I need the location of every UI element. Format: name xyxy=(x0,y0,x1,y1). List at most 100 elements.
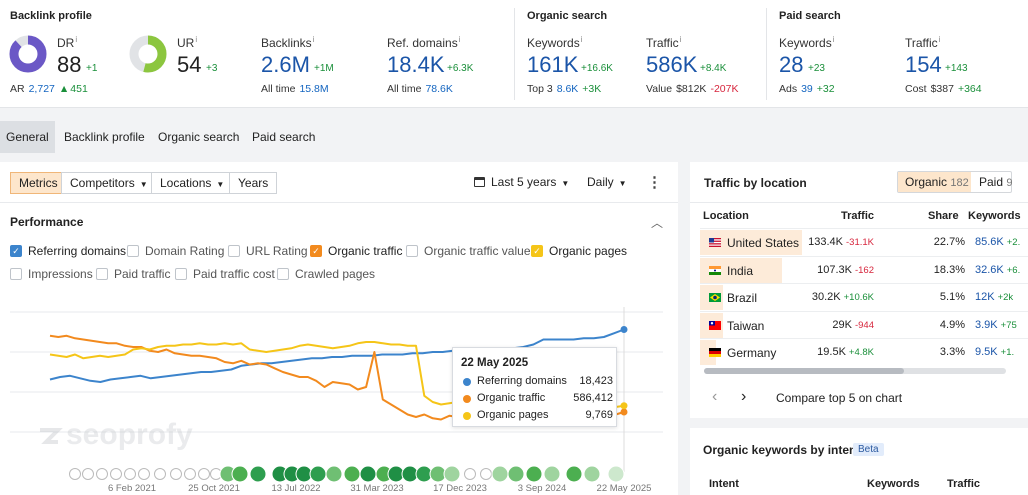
paid-keywords-label[interactable]: Keywordsi xyxy=(779,35,834,50)
organic-keywords-delta: +16.6K xyxy=(581,63,613,74)
checkmark-icon[interactable]: ✓ xyxy=(310,245,322,257)
checkbox-icon[interactable] xyxy=(228,245,240,257)
keywords-value[interactable]: 3.9K +75 xyxy=(975,319,1017,331)
metrics-button[interactable]: Metrics xyxy=(10,172,67,194)
country-name[interactable]: Germany xyxy=(727,346,776,360)
column-keywords[interactable]: Keywords xyxy=(867,478,920,490)
backlinks-value[interactable]: 2.6M xyxy=(261,52,310,78)
info-icon[interactable]: i xyxy=(313,35,315,44)
checkmark-icon[interactable]: ✓ xyxy=(531,245,543,257)
horizontal-scrollbar[interactable] xyxy=(704,368,1006,374)
organic-keywords-label[interactable]: Keywordsi xyxy=(527,35,582,50)
keywords-value[interactable]: 32.6K +6. xyxy=(975,264,1020,276)
organic-toggle[interactable]: Organic 182 xyxy=(898,172,971,192)
flag-us-icon xyxy=(709,238,721,247)
traffic-value: 19.5K +4.8K xyxy=(817,346,874,358)
series-dot xyxy=(463,378,471,386)
more-options-icon[interactable]: ⋮ xyxy=(647,173,662,191)
country-name[interactable]: India xyxy=(727,264,753,278)
info-icon[interactable]: i xyxy=(75,35,77,44)
tooltip-row: Organic traffic 586,412 xyxy=(463,392,613,406)
annotation-marker xyxy=(309,465,327,483)
info-icon[interactable]: i xyxy=(581,35,583,44)
organic-keywords-value[interactable]: 161K xyxy=(527,52,578,78)
checkbox-domain-rating[interactable]: Domain Rating xyxy=(127,243,224,259)
checkmark-icon[interactable]: ✓ xyxy=(10,245,22,257)
column-traffic[interactable]: Traffic xyxy=(841,210,874,222)
checkbox-paid-traffic[interactable]: Paid traffic xyxy=(96,266,170,282)
interval-dropdown[interactable]: Daily ▼ xyxy=(587,175,627,189)
checkbox-impressions[interactable]: Impressions xyxy=(10,266,93,282)
checkbox-organic-traffic[interactable]: ✓ Organic traffic xyxy=(310,243,402,259)
checkbox-organic-pages[interactable]: ✓ Organic pages xyxy=(531,243,627,259)
location-row[interactable]: Taiwan 29K -944 4.9% 3.9K +75 xyxy=(700,310,1028,338)
organic-traffic-value[interactable]: 586K xyxy=(646,52,697,78)
locations-dropdown[interactable]: Locations ▼ xyxy=(151,172,234,194)
checkbox-paid-traffic-cost[interactable]: Paid traffic cost xyxy=(175,266,275,282)
annotation-marker xyxy=(96,468,108,480)
column-traffic[interactable]: Traffic xyxy=(947,478,980,490)
column-intent[interactable]: Intent xyxy=(709,478,739,490)
share-value: 18.3% xyxy=(933,263,965,276)
annotation-marker xyxy=(249,465,267,483)
share-value: 22.7% xyxy=(933,236,965,248)
checkbox-icon[interactable] xyxy=(277,268,289,280)
paid-toggle[interactable]: Paid 9 xyxy=(972,172,1013,192)
column-keywords[interactable]: Keywords xyxy=(968,210,1021,222)
country-name[interactable]: Brazil xyxy=(727,291,757,305)
tab-general[interactable]: General xyxy=(0,121,55,153)
info-icon[interactable]: i xyxy=(459,35,461,44)
ar-value[interactable]: 2,727 xyxy=(29,83,55,95)
tab-organic-search[interactable]: Organic search xyxy=(152,121,245,153)
checkbox-icon[interactable] xyxy=(10,268,22,280)
dr-label[interactable]: DRi xyxy=(57,35,77,50)
info-icon[interactable]: i xyxy=(680,35,682,44)
annotation-marker xyxy=(565,465,583,483)
competitors-dropdown[interactable]: Competitors ▼ xyxy=(61,172,157,194)
date-range-dropdown[interactable]: Last 5 years ▼ xyxy=(474,175,569,189)
info-icon[interactable]: i xyxy=(833,35,835,44)
traffic-by-location-title: Traffic by location xyxy=(704,176,807,190)
tab-paid-search[interactable]: Paid search xyxy=(246,121,321,153)
country-name[interactable]: United States xyxy=(727,236,799,250)
column-share[interactable]: Share xyxy=(928,210,959,222)
compare-top5-link[interactable]: Compare top 5 on chart xyxy=(776,391,902,405)
paid-keywords-value[interactable]: 28 xyxy=(779,52,803,78)
years-button[interactable]: Years xyxy=(229,172,278,194)
tab-backlink-profile[interactable]: Backlink profile xyxy=(58,121,151,153)
series-endpoint xyxy=(620,408,628,416)
tooltip-row: Referring domains 18,423 xyxy=(463,375,613,389)
column-location[interactable]: Location xyxy=(703,210,749,222)
checkbox-icon[interactable] xyxy=(96,268,108,280)
series-dot xyxy=(463,412,471,420)
organic-traffic-label[interactable]: Traffici xyxy=(646,35,681,50)
paid-traffic-label[interactable]: Traffici xyxy=(905,35,940,50)
backlinks-label[interactable]: Backlinksi xyxy=(261,35,314,50)
checkbox-url-rating[interactable]: URL Rating xyxy=(228,243,308,259)
checkbox-referring-domains[interactable]: ✓ Referring domains xyxy=(10,243,126,259)
keywords-value[interactable]: 85.6K +2. xyxy=(975,236,1020,248)
location-row[interactable]: India 107.3K -162 18.3% 32.6K +6. xyxy=(700,255,1028,283)
report-tabs: General Backlink profile Organic search … xyxy=(0,121,1028,153)
paid-traffic-value[interactable]: 154 xyxy=(905,52,942,78)
location-row[interactable]: United States 133.4K -31.1K 22.7% 85.6K +2. xyxy=(700,228,1028,255)
ref-domains-label[interactable]: Ref. domainsi xyxy=(387,35,460,50)
checkbox-icon[interactable] xyxy=(175,268,187,280)
next-arrow-icon[interactable]: › xyxy=(741,388,746,406)
prev-arrow-icon[interactable]: ‹ xyxy=(712,388,717,406)
location-row[interactable]: Brazil 30.2K +10.6K 5.1% 12K +2k xyxy=(700,283,1028,310)
keywords-value[interactable]: 9.5K +1. xyxy=(975,346,1014,358)
info-icon[interactable]: i xyxy=(195,35,197,44)
checkbox-icon[interactable] xyxy=(406,245,418,257)
ref-domains-value[interactable]: 18.4K xyxy=(387,52,445,78)
country-name[interactable]: Taiwan xyxy=(727,319,764,333)
collapse-icon[interactable]: ︿ xyxy=(651,214,663,231)
checkbox-organic-traffic-value[interactable]: Organic traffic value xyxy=(406,243,531,259)
location-row[interactable]: Germany 19.5K +4.8K 3.3% 9.5K +1. xyxy=(700,338,1028,365)
checkbox-icon[interactable] xyxy=(127,245,139,257)
ur-label[interactable]: URi xyxy=(177,35,197,50)
scrollbar-thumb[interactable] xyxy=(704,368,904,374)
keywords-value[interactable]: 12K +2k xyxy=(975,291,1013,303)
checkbox-crawled-pages[interactable]: Crawled pages xyxy=(277,266,375,282)
info-icon[interactable]: i xyxy=(939,35,941,44)
